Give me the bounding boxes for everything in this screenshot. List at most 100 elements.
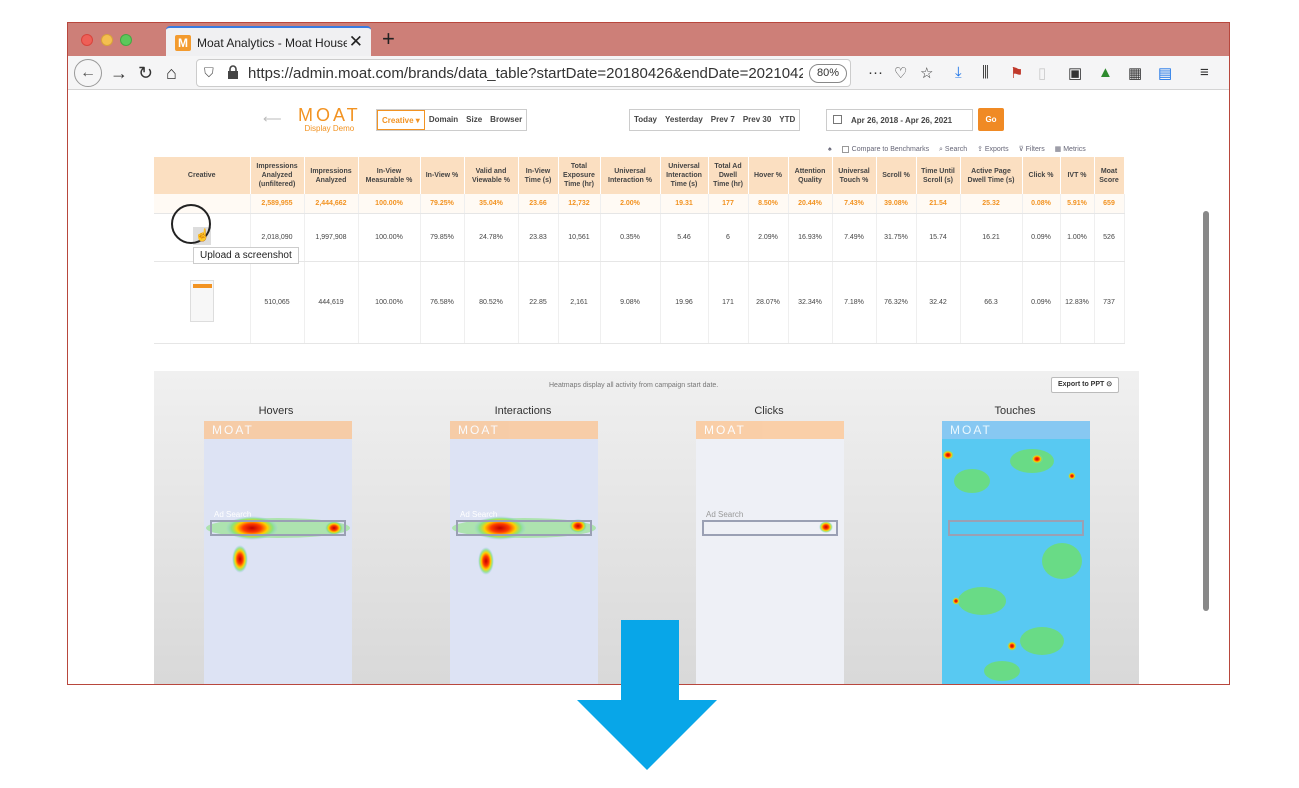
export-to-ppt-button[interactable]: Export to PPT ⊙: [1051, 377, 1120, 393]
library-icon[interactable]: ⫼: [982, 64, 989, 81]
minimize-window-button[interactable]: [101, 34, 113, 46]
creative-cell: [154, 261, 251, 344]
dimension-size[interactable]: Size: [462, 110, 486, 130]
column-header[interactable]: Active Page Dwell Time (s): [960, 157, 1023, 194]
page-actions-menu-icon[interactable]: ···: [868, 64, 883, 81]
totals-row[interactable]: 2,589,955 2,444,662 100.00% 79.25% 35.04% 23.…: [154, 194, 1125, 214]
column-header[interactable]: Valid and Viewable %: [464, 157, 519, 194]
bell-icon[interactable]: ♠: [828, 146, 832, 153]
table-row[interactable]: 510,065 444,619 100.00% 76.58% 80.52% 22.85 2,…: [154, 261, 1125, 344]
dimension-browser[interactable]: Browser: [486, 110, 526, 130]
column-header[interactable]: Scroll %: [876, 157, 917, 194]
tracking-shield-icon[interactable]: ⛉: [204, 65, 214, 81]
close-window-button[interactable]: [81, 34, 93, 46]
table-cell: 100.00%: [358, 261, 421, 344]
column-header[interactable]: Impressions Analyzed: [304, 157, 359, 194]
moat-favicon-icon: M: [175, 35, 191, 51]
table-cell: 76.58%: [420, 261, 465, 344]
date-preset-selector: Today Yesterday Prev 7 Prev 30 YTD: [629, 109, 801, 131]
new-tab-button[interactable]: +: [382, 26, 395, 52]
maximize-window-button[interactable]: [120, 34, 132, 46]
table-tools: ♠ Compare to Benchmarks ⌕ Search ⇪ Expor…: [828, 145, 1094, 154]
touch-heat-spots: [942, 439, 1090, 684]
table-cell: 100.00%: [358, 194, 421, 214]
range-yesterday[interactable]: Yesterday: [661, 110, 707, 130]
tab-title: Moat Analytics - Moat House Di: [197, 36, 347, 50]
table-cell: 39.08%: [876, 194, 917, 214]
column-header[interactable]: In-View Time (s): [518, 157, 559, 194]
down-arrow-icon: [577, 620, 717, 770]
page-scrollbar[interactable]: [1203, 211, 1209, 611]
extension-qr-icon[interactable]: ▦: [1128, 64, 1142, 82]
navigation-toolbar: ← → ↻ ⌂ ⛉ https://admin.moat.com/brands/…: [68, 56, 1229, 90]
date-range-picker[interactable]: Apr 26, 2018 - Apr 26, 2021: [826, 109, 973, 131]
extension-presenter-icon[interactable]: ▲: [1098, 64, 1113, 81]
heatmap-hovers[interactable]: MOAT Ad Search: [204, 421, 352, 684]
pocket-icon[interactable]: ♡: [894, 64, 907, 82]
table-cell: 510,065: [250, 261, 305, 344]
url-text[interactable]: https://admin.moat.com/brands/data_table…: [248, 65, 803, 82]
address-bar[interactable]: ⛉ https://admin.moat.com/brands/data_tab…: [196, 59, 851, 87]
moat-logo[interactable]: MOAT Display Demo: [298, 106, 361, 133]
dimension-creative[interactable]: Creative ▾: [377, 110, 425, 130]
column-header[interactable]: In-View Measurable %: [358, 157, 421, 194]
heatmap-touches[interactable]: MOAT Ad Search: [942, 421, 1090, 684]
extension-sync-icon[interactable]: ▤: [1158, 64, 1172, 82]
column-header[interactable]: Moat Score: [1094, 157, 1125, 194]
column-header[interactable]: Universal Interaction Time (s): [660, 157, 709, 194]
heatmap-title-touches: Touches: [994, 405, 1036, 417]
extension-off-icon[interactable]: ⚑: [1010, 64, 1023, 82]
compare-benchmarks-toggle[interactable]: Compare to Benchmarks: [841, 145, 929, 153]
browser-window: M Moat Analytics - Moat House Di ✕ + ← →…: [67, 22, 1230, 685]
metrics-tool[interactable]: ▦ Metrics: [1055, 146, 1086, 153]
export-label: Export to PPT: [1058, 381, 1105, 388]
column-header[interactable]: Total Exposure Time (hr): [558, 157, 601, 194]
column-header[interactable]: Hover %: [748, 157, 789, 194]
creative-thumbnail[interactable]: [189, 280, 214, 322]
table-row[interactable]: 2,018,090 1,997,908 100.00% 79.85% 24.78% 23.…: [154, 213, 1125, 262]
back-arrow-icon[interactable]: ⟵: [263, 111, 282, 127]
checkbox-icon[interactable]: [841, 145, 849, 153]
range-today[interactable]: Today: [630, 110, 661, 130]
column-header[interactable]: Creative: [154, 157, 251, 194]
forward-button[interactable]: →: [110, 61, 128, 85]
downloads-icon[interactable]: ⤓: [955, 64, 962, 81]
table-cell: 32.42: [916, 261, 961, 344]
table-cell: 12,732: [558, 194, 601, 214]
search-tool[interactable]: ⌕ Search: [939, 146, 967, 153]
exports-tool[interactable]: ⇪ Exports: [977, 146, 1009, 153]
home-button[interactable]: ⌂: [166, 61, 177, 85]
column-header[interactable]: Attention Quality: [788, 157, 833, 194]
column-header[interactable]: IVT %: [1060, 157, 1095, 194]
column-header[interactable]: Total Ad Dwell Time (hr): [708, 157, 749, 194]
go-button[interactable]: Go: [978, 108, 1004, 131]
column-header[interactable]: Impressions Analyzed (unfiltered): [250, 157, 305, 194]
range-prev-7[interactable]: Prev 7: [707, 110, 739, 130]
reload-button[interactable]: ↻: [138, 61, 153, 85]
column-header[interactable]: Universal Interaction %: [600, 157, 661, 194]
range-ytd[interactable]: YTD: [775, 110, 799, 130]
filters-label: Filters: [1025, 146, 1045, 153]
zoom-level-badge[interactable]: 80%: [809, 64, 847, 83]
column-header[interactable]: Universal Touch %: [832, 157, 877, 194]
exports-label: Exports: [984, 146, 1009, 153]
bookmark-star-icon[interactable]: ☆: [920, 64, 933, 82]
range-prev-30[interactable]: Prev 30: [739, 110, 775, 130]
filters-tool[interactable]: ⊽ Filters: [1019, 146, 1045, 153]
column-header[interactable]: Time Until Scroll (s): [916, 157, 961, 194]
tab-close-icon[interactable]: ✕: [349, 32, 363, 52]
hamburger-menu-icon[interactable]: ≡: [1200, 64, 1209, 81]
extension-bookmark-icon[interactable]: ▯: [1038, 64, 1046, 82]
panel-search-bar: [210, 520, 346, 536]
table-cell: 2.09%: [748, 213, 789, 262]
table-cell: 25.32: [960, 194, 1023, 214]
extension-notion-icon[interactable]: ▣: [1068, 64, 1082, 82]
table-cell: 9.08%: [600, 261, 661, 344]
table-cell: 1.00%: [1060, 213, 1095, 262]
back-button[interactable]: ←: [74, 59, 102, 87]
tab-moat-analytics[interactable]: M Moat Analytics - Moat House Di ✕: [166, 26, 371, 56]
dimension-domain[interactable]: Domain: [425, 110, 462, 130]
table-cell: 66.3: [960, 261, 1023, 344]
column-header[interactable]: Click %: [1022, 157, 1061, 194]
column-header[interactable]: In-View %: [420, 157, 465, 194]
